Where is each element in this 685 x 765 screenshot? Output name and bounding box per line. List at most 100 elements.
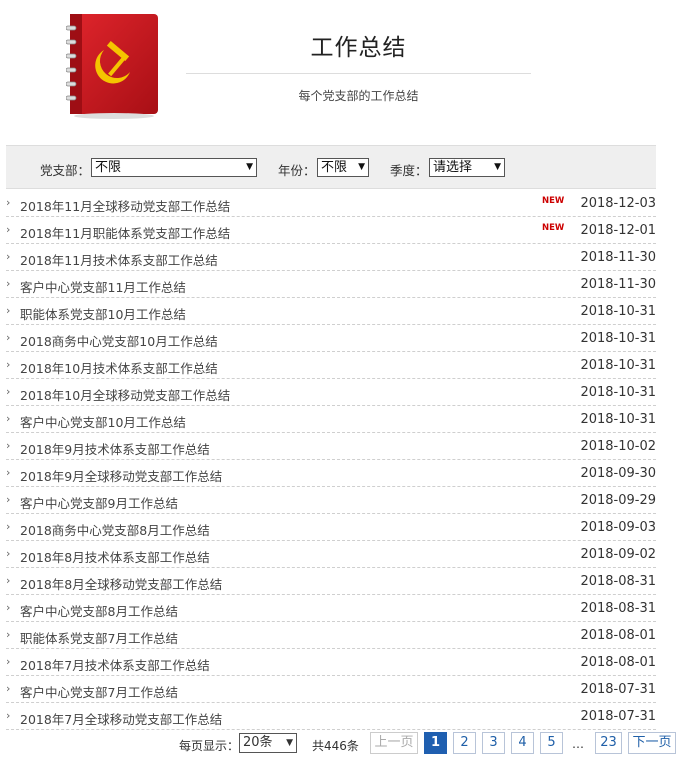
branch-select[interactable]: 不限 ▼ xyxy=(91,158,257,177)
summary-title-link[interactable]: 2018年10月技术体系支部工作总结 xyxy=(20,358,218,377)
chevron-right-icon: › xyxy=(6,628,11,641)
summary-title-link[interactable]: 职能体系党支部10月工作总结 xyxy=(20,304,186,323)
chevron-right-icon: › xyxy=(6,304,11,317)
summary-date: 2018-10-31 xyxy=(580,304,656,319)
summary-date: 2018-09-02 xyxy=(580,547,656,562)
chevron-down-icon: ▼ xyxy=(246,162,253,172)
list-item[interactable]: › 2018年7月技术体系支部工作总结 2018-08-01 xyxy=(6,649,656,676)
red-notebook-hammer-sickle-icon xyxy=(65,12,162,120)
summary-date: 2018-09-03 xyxy=(580,520,656,535)
summary-title-link[interactable]: 2018年9月技术体系支部工作总结 xyxy=(20,439,210,458)
summary-title-link[interactable]: 2018年10月全球移动党支部工作总结 xyxy=(20,385,230,404)
chevron-down-icon: ▼ xyxy=(286,738,293,748)
page-button-4[interactable]: 4 xyxy=(511,732,534,754)
summary-date: 2018-08-01 xyxy=(580,628,656,643)
summary-title-link[interactable]: 2018年11月技术体系支部工作总结 xyxy=(20,250,218,269)
chevron-right-icon: › xyxy=(6,466,11,479)
summary-title-link[interactable]: 客户中心党支部7月工作总结 xyxy=(20,682,178,701)
summary-date: 2018-09-29 xyxy=(580,493,656,508)
year-filter-label: 年份： xyxy=(278,163,316,178)
new-badge: NEW xyxy=(542,223,565,233)
list-item[interactable]: › 2018年8月全球移动党支部工作总结 2018-08-31 xyxy=(6,568,656,595)
list-item[interactable]: › 2018商务中心党支部8月工作总结 2018-09-03 xyxy=(6,514,656,541)
quarter-select[interactable]: 请选择 ▼ xyxy=(429,158,505,177)
chevron-right-icon: › xyxy=(6,412,11,425)
next-page-button[interactable]: 下一页 xyxy=(628,732,676,754)
summary-date: 2018-08-01 xyxy=(580,655,656,670)
list-item[interactable]: › 客户中心党支部9月工作总结 2018-09-29 xyxy=(6,487,656,514)
branch-select-value: 不限 xyxy=(95,160,122,175)
list-item[interactable]: › 职能体系党支部7月工作总结 2018-08-01 xyxy=(6,622,656,649)
summary-date: 2018-10-31 xyxy=(580,385,656,400)
chevron-right-icon: › xyxy=(6,547,11,560)
summary-title-link[interactable]: 客户中心党支部8月工作总结 xyxy=(20,601,178,620)
list-item[interactable]: › 2018年7月全球移动党支部工作总结 2018-07-31 xyxy=(6,703,656,730)
chevron-right-icon: › xyxy=(6,250,11,263)
summary-title-link[interactable]: 2018年7月技术体系支部工作总结 xyxy=(20,655,210,674)
list-item[interactable]: › 2018年9月全球移动党支部工作总结 2018-09-30 xyxy=(6,460,656,487)
chevron-right-icon: › xyxy=(6,520,11,533)
chevron-right-icon: › xyxy=(6,601,11,614)
summary-title-link[interactable]: 2018商务中心党支部8月工作总结 xyxy=(20,520,210,539)
per-page-select[interactable]: 20条 ▼ xyxy=(239,733,297,753)
summary-title-link[interactable]: 客户中心党支部9月工作总结 xyxy=(20,493,178,512)
summary-date: 2018-07-31 xyxy=(580,709,656,724)
total-count: 共446条 xyxy=(312,739,359,753)
year-select-value: 不限 xyxy=(321,160,348,175)
summary-date: 2018-10-02 xyxy=(580,439,656,454)
chevron-right-icon: › xyxy=(6,493,11,506)
summary-title-link[interactable]: 2018年8月全球移动党支部工作总结 xyxy=(20,574,222,593)
chevron-down-icon: ▼ xyxy=(358,162,365,172)
chevron-down-icon: ▼ xyxy=(494,162,501,172)
list-item[interactable]: › 2018年11月全球移动党支部工作总结 NEW 2018-12-03 xyxy=(6,190,656,217)
chevron-right-icon: › xyxy=(6,277,11,290)
summary-date: 2018-10-31 xyxy=(580,358,656,373)
summary-title-link[interactable]: 2018年8月技术体系支部工作总结 xyxy=(20,547,210,566)
year-select[interactable]: 不限 ▼ xyxy=(317,158,369,177)
page-subtitle: 每个党支部的工作总结 xyxy=(298,89,419,103)
chevron-right-icon: › xyxy=(6,682,11,695)
page-button-3[interactable]: 3 xyxy=(482,732,505,754)
list-item[interactable]: › 2018年8月技术体系支部工作总结 2018-09-02 xyxy=(6,541,656,568)
summary-date: 2018-08-31 xyxy=(580,601,656,616)
summary-date: 2018-10-31 xyxy=(580,412,656,427)
list-item[interactable]: › 职能体系党支部10月工作总结 2018-10-31 xyxy=(6,298,656,325)
summary-date: 2018-08-31 xyxy=(580,574,656,589)
list-item[interactable]: › 2018年9月技术体系支部工作总结 2018-10-02 xyxy=(6,433,656,460)
page-ellipsis: … xyxy=(572,737,584,751)
summary-date: 2018-09-30 xyxy=(580,466,656,481)
list-item[interactable]: › 2018年10月全球移动党支部工作总结 2018-10-31 xyxy=(6,379,656,406)
page-button-2[interactable]: 2 xyxy=(453,732,476,754)
summary-title-link[interactable]: 2018年7月全球移动党支部工作总结 xyxy=(20,709,222,728)
summary-title-link[interactable]: 2018商务中心党支部10月工作总结 xyxy=(20,331,218,350)
summary-title-link[interactable]: 2018年11月全球移动党支部工作总结 xyxy=(20,196,230,215)
list-item[interactable]: › 2018年10月技术体系支部工作总结 2018-10-31 xyxy=(6,352,656,379)
summary-title-link[interactable]: 职能体系党支部7月工作总结 xyxy=(20,628,178,647)
summary-title-link[interactable]: 客户中心党支部11月工作总结 xyxy=(20,277,186,296)
chevron-right-icon: › xyxy=(6,223,11,236)
list-item[interactable]: › 2018年11月技术体系支部工作总结 2018-11-30 xyxy=(6,244,656,271)
list-item[interactable]: › 客户中心党支部7月工作总结 2018-07-31 xyxy=(6,676,656,703)
list-item[interactable]: › 2018商务中心党支部10月工作总结 2018-10-31 xyxy=(6,325,656,352)
filter-bar: 党支部： 不限 ▼ 年份： 不限 ▼ 季度： 请选择 ▼ xyxy=(6,145,656,189)
summary-title-link[interactable]: 客户中心党支部10月工作总结 xyxy=(20,412,186,431)
summary-date: 2018-11-30 xyxy=(580,277,656,292)
summary-title-link[interactable]: 2018年11月职能体系党支部工作总结 xyxy=(20,223,230,242)
page-button-1[interactable]: 1 xyxy=(424,732,447,754)
page-header: 工作总结 每个党支部的工作总结 xyxy=(0,0,685,130)
page-button-5[interactable]: 5 xyxy=(540,732,563,754)
list-item[interactable]: › 2018年11月职能体系党支部工作总结 NEW 2018-12-01 xyxy=(6,217,656,244)
chevron-right-icon: › xyxy=(6,439,11,452)
list-item[interactable]: › 客户中心党支部8月工作总结 2018-08-31 xyxy=(6,595,656,622)
list-item[interactable]: › 客户中心党支部11月工作总结 2018-11-30 xyxy=(6,271,656,298)
page-button-last[interactable]: 23 xyxy=(595,732,622,754)
summary-title-link[interactable]: 2018年9月全球移动党支部工作总结 xyxy=(20,466,222,485)
chevron-right-icon: › xyxy=(6,331,11,344)
summary-date: 2018-12-03 xyxy=(580,196,656,211)
chevron-right-icon: › xyxy=(6,196,11,209)
list-item[interactable]: › 客户中心党支部10月工作总结 2018-10-31 xyxy=(6,406,656,433)
summary-list: › 2018年11月全球移动党支部工作总结 NEW 2018-12-03 › 2018年1… xyxy=(6,190,656,730)
prev-page-button[interactable]: 上一页 xyxy=(370,732,418,754)
new-badge: NEW xyxy=(542,196,565,206)
summary-date: 2018-11-30 xyxy=(580,250,656,265)
